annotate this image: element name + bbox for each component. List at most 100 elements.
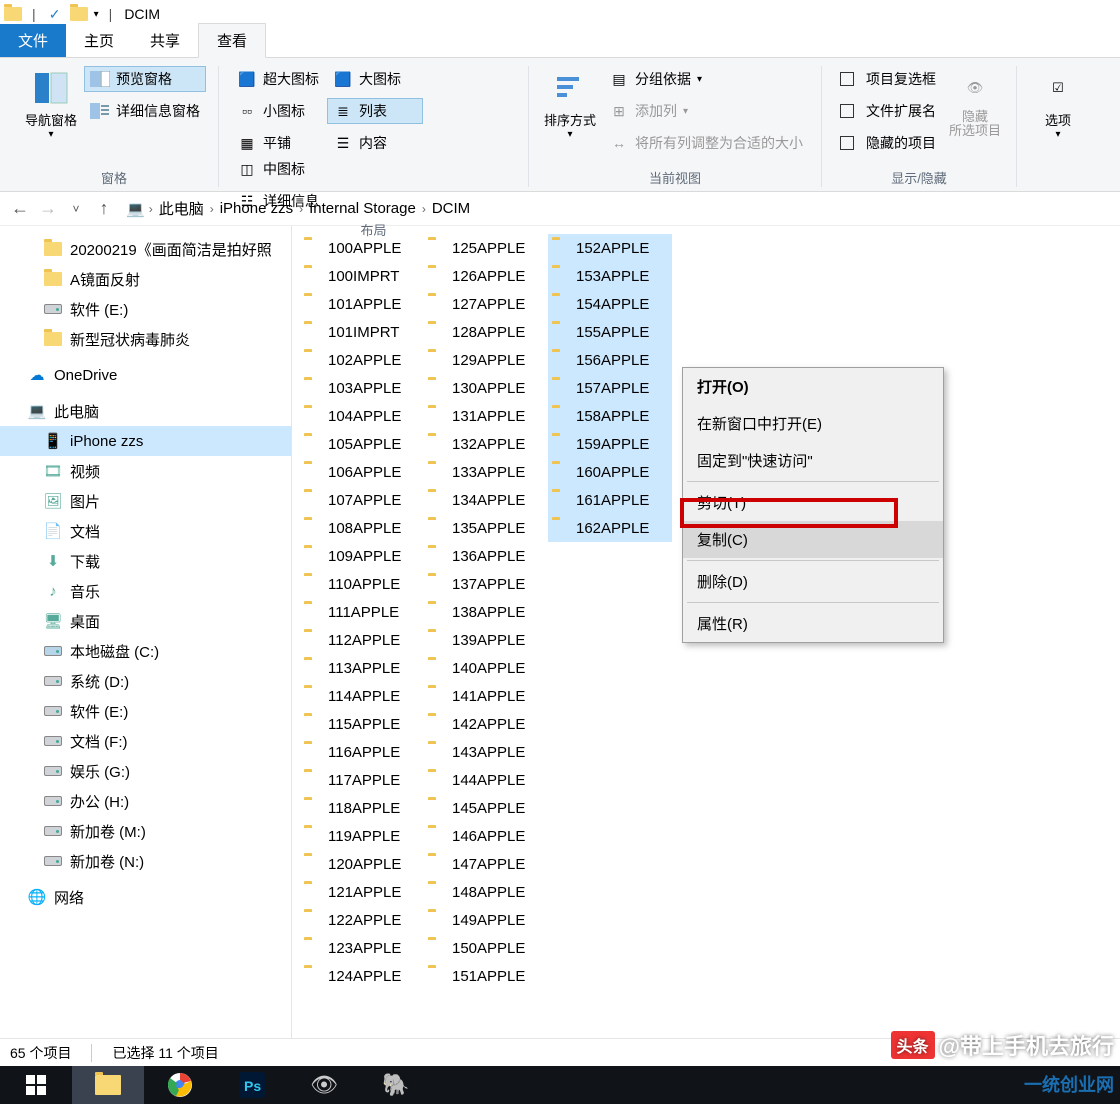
view-tiles[interactable]: ▦平铺 [231,130,327,156]
ctx-copy[interactable]: 复制(C) [683,521,943,558]
folder-item[interactable]: 108APPLE [300,514,424,542]
chevron-right-icon[interactable]: › [299,202,303,216]
tab-view[interactable]: 查看 [198,23,266,58]
folder-item[interactable]: 145APPLE [424,794,548,822]
nav-item[interactable]: 新型冠状病毒肺炎 [0,324,291,354]
folder-item[interactable]: 151APPLE [424,962,548,990]
folder-item[interactable]: 127APPLE [424,290,548,318]
folder-item[interactable]: 138APPLE [424,598,548,626]
hidden-items-toggle[interactable]: 隐藏的项目 [834,130,942,156]
folder-item[interactable]: 153APPLE [548,262,672,290]
tab-file[interactable]: 文件 [0,24,66,57]
folder-item[interactable]: 121APPLE [300,878,424,906]
folder-item[interactable]: 139APPLE [424,626,548,654]
folder-item[interactable]: 157APPLE [548,374,672,402]
nav-item[interactable]: 📄文档 [0,516,291,546]
folder-item[interactable]: 103APPLE [300,374,424,402]
folder-item[interactable]: 116APPLE [300,738,424,766]
folder-item[interactable]: 150APPLE [424,934,548,962]
folder-item[interactable]: 135APPLE [424,514,548,542]
folder-item[interactable]: 109APPLE [300,542,424,570]
hide-selected-button[interactable]: 👁 隐藏 所选项目 [946,66,1004,143]
breadcrumb-segment[interactable]: 此电脑 [157,196,206,221]
folder-item[interactable]: 120APPLE [300,850,424,878]
breadcrumb-segment[interactable]: DCIM [430,198,472,219]
ctx-open-new-window[interactable]: 在新窗口中打开(E) [683,405,943,442]
up-button[interactable]: ↑ [92,197,116,221]
folder-item[interactable]: 100APPLE [300,234,424,262]
folder-item[interactable]: 155APPLE [548,318,672,346]
folder-item[interactable]: 144APPLE [424,766,548,794]
nav-item[interactable]: 💻此电脑 [0,396,291,426]
folder-item[interactable]: 119APPLE [300,822,424,850]
group-by-button[interactable]: ▤分组依据 ▾ [603,66,809,92]
taskbar-chrome[interactable] [144,1066,216,1104]
folder-item[interactable]: 123APPLE [300,934,424,962]
folder-item[interactable]: 147APPLE [424,850,548,878]
view-xl-icons[interactable]: 🟦超大图标 [231,66,327,92]
checkmark-icon[interactable]: ✓ [46,5,64,23]
file-extensions-toggle[interactable]: 文件扩展名 [834,98,942,124]
taskbar-app-eye[interactable]: 👁 [288,1066,360,1104]
folder-item[interactable]: 126APPLE [424,262,548,290]
folder-item[interactable]: 154APPLE [548,290,672,318]
folder-item[interactable]: 110APPLE [300,570,424,598]
nav-item[interactable]: 娱乐 (G:) [0,756,291,786]
folder-item[interactable]: 162APPLE [548,514,672,542]
taskbar-app-weibo[interactable]: 🐘 [360,1066,432,1104]
folder-item[interactable]: 131APPLE [424,402,548,430]
folder-item[interactable]: 105APPLE [300,430,424,458]
tab-share[interactable]: 共享 [132,24,198,57]
nav-item[interactable]: 🌐网络 [0,882,291,912]
view-lg-icons[interactable]: 🟦大图标 [327,66,423,92]
nav-item[interactable]: 软件 (E:) [0,294,291,324]
view-sm-icons[interactable]: ▫▫小图标 [231,98,327,124]
preview-pane-button[interactable]: 预览窗格 [84,66,206,92]
qat-dropdown-icon[interactable]: ▾ [94,9,99,20]
nav-item[interactable]: 软件 (E:) [0,696,291,726]
ctx-open[interactable]: 打开(O) [683,368,943,405]
nav-pane-button[interactable]: 导航窗格▾ [22,66,80,144]
start-button[interactable] [0,1066,72,1104]
folder-item[interactable]: 146APPLE [424,822,548,850]
nav-item[interactable]: ☁OneDrive [0,360,291,390]
options-button[interactable]: ☑ 选项▾ [1029,66,1087,144]
folder-item[interactable]: 112APPLE [300,626,424,654]
folder-item[interactable]: 137APPLE [424,570,548,598]
folder-item[interactable]: 101APPLE [300,290,424,318]
folder-item[interactable]: 159APPLE [548,430,672,458]
size-columns-button[interactable]: ↔将所有列调整为合适的大小 [603,130,809,156]
folder-item[interactable]: 102APPLE [300,346,424,374]
folder-item[interactable]: 122APPLE [300,906,424,934]
recent-locations-button[interactable]: ˅ [64,197,88,221]
view-list[interactable]: ≣列表 [327,98,423,124]
taskbar-file-explorer[interactable] [72,1066,144,1104]
nav-item[interactable]: 🖼图片 [0,486,291,516]
nav-item[interactable]: 📱iPhone zzs [0,426,291,456]
navigation-pane[interactable]: 20200219《画面简洁是拍好照A镜面反射软件 (E:)新型冠状病毒肺炎☁On… [0,226,292,1038]
folder-item[interactable]: 134APPLE [424,486,548,514]
nav-item[interactable]: 🖥桌面 [0,606,291,636]
folder-item[interactable]: 106APPLE [300,458,424,486]
folder-item[interactable]: 141APPLE [424,682,548,710]
folder-item[interactable]: 115APPLE [300,710,424,738]
folder-item[interactable]: 156APPLE [548,346,672,374]
nav-item[interactable]: A镜面反射 [0,264,291,294]
folder-item[interactable]: 125APPLE [424,234,548,262]
taskbar-photoshop[interactable]: Ps [216,1066,288,1104]
folder-item[interactable]: 118APPLE [300,794,424,822]
folder-item[interactable]: 111APPLE [300,598,424,626]
folder-item[interactable]: 149APPLE [424,906,548,934]
folder-item[interactable]: 104APPLE [300,402,424,430]
folder-item[interactable]: 114APPLE [300,682,424,710]
nav-item[interactable]: 新加卷 (N:) [0,846,291,876]
view-content[interactable]: ☰内容 [327,130,423,156]
nav-item[interactable]: 系统 (D:) [0,666,291,696]
breadcrumb-segment[interactable]: Internal Storage [307,198,418,219]
nav-item[interactable]: 办公 (H:) [0,786,291,816]
folder-icon[interactable] [70,5,88,23]
folder-item[interactable]: 152APPLE [548,234,672,262]
nav-item[interactable]: ♪音乐 [0,576,291,606]
folder-item[interactable]: 129APPLE [424,346,548,374]
chevron-right-icon[interactable]: › [210,202,214,216]
